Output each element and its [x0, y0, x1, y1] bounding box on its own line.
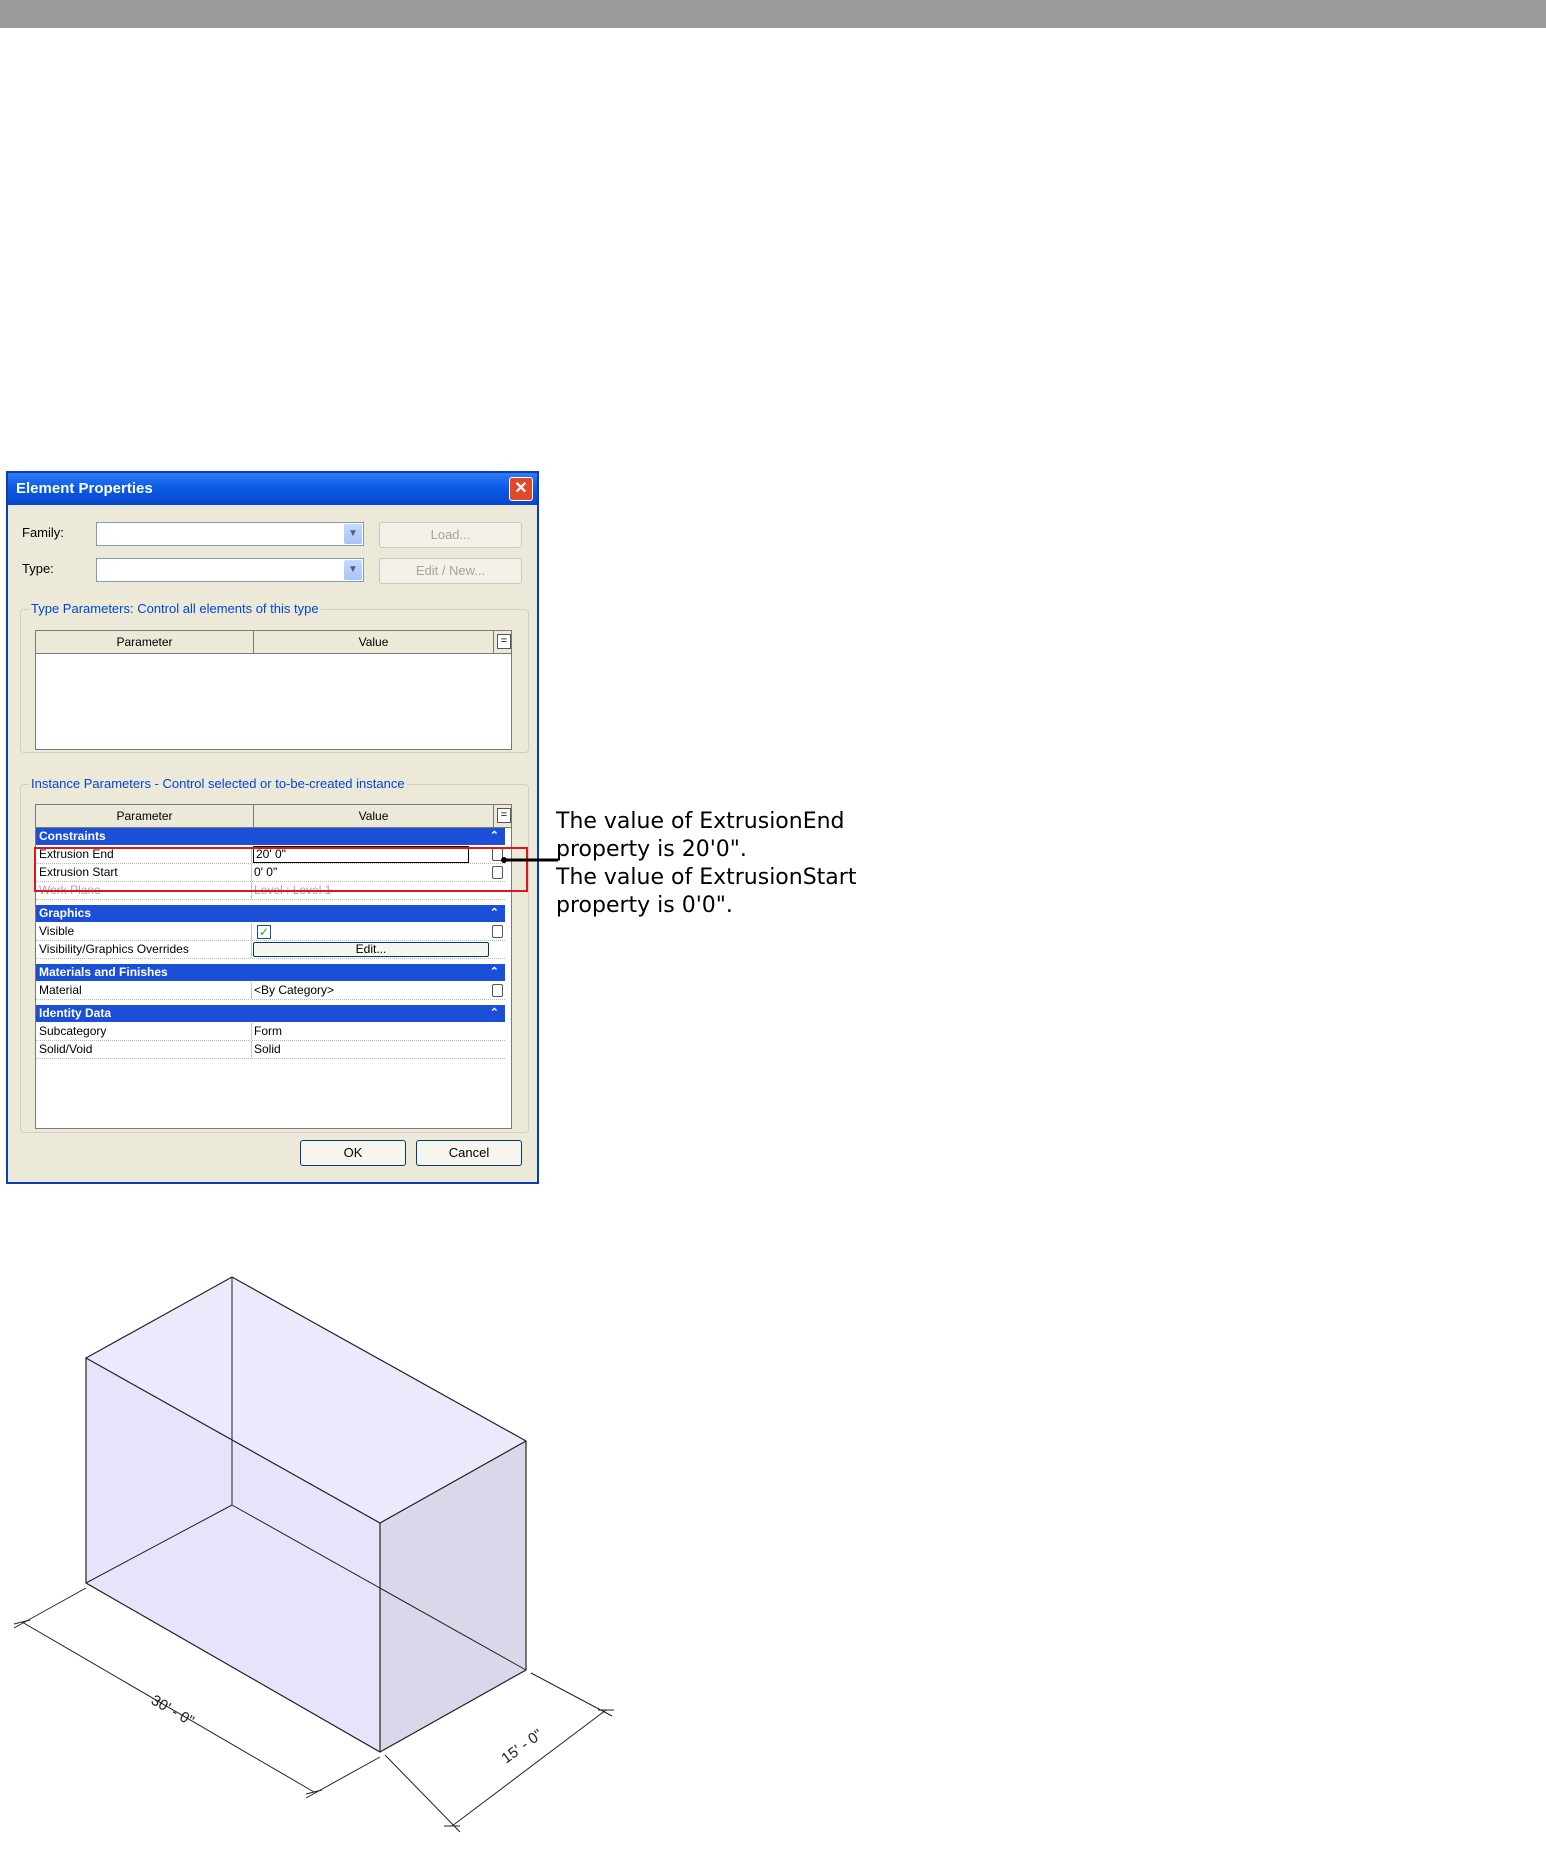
col-value[interactable]: Value [254, 631, 494, 653]
element-properties-dialog: Element Properties ✕ Family: ▼ Load... T… [6, 471, 539, 1184]
row-subcategory[interactable]: Subcategory Form [36, 1023, 505, 1041]
section-label: Constraints [39, 829, 106, 843]
solid-void-value[interactable]: Solid [254, 1041, 484, 1058]
dim-length-ext-right [305, 1756, 381, 1799]
visible-checkbox[interactable]: ✓ [257, 925, 271, 939]
col-value[interactable]: Value [254, 805, 494, 827]
chevron-down-icon[interactable]: ▼ [344, 560, 362, 580]
param-name: Material [39, 983, 82, 997]
column-divider [251, 982, 252, 999]
type-dropdown[interactable]: ▼ [96, 558, 364, 582]
dim-width-line [451, 1709, 607, 1827]
subcategory-value[interactable]: Form [254, 1023, 484, 1040]
chevron-down-icon[interactable]: ▼ [344, 524, 362, 544]
close-icon[interactable]: ✕ [509, 477, 533, 501]
col-parameter[interactable]: Parameter [36, 631, 254, 653]
dim-length-label: 30' - 0" [148, 1692, 197, 1730]
section-label: Materials and Finishes [39, 965, 168, 979]
type-parameters-group: Type Parameters: Control all elements of… [20, 601, 529, 753]
cancel-button[interactable]: Cancel [416, 1140, 522, 1166]
column-divider [251, 1041, 252, 1058]
section-materials[interactable]: Materials and Finishes ⌃ [36, 964, 505, 981]
associate-parameter-icon[interactable] [492, 984, 503, 997]
row-visibility-overrides[interactable]: Visibility/Graphics Overrides Edit... [36, 941, 505, 959]
equals-icon[interactable]: = [497, 634, 511, 649]
associate-parameter-icon[interactable] [492, 925, 503, 938]
collapse-icon[interactable]: ⌃ [490, 828, 499, 845]
edit-overrides-button[interactable]: Edit... [253, 942, 489, 957]
section-identity-data[interactable]: Identity Data ⌃ [36, 1005, 505, 1022]
family-dropdown[interactable]: ▼ [96, 522, 364, 546]
column-divider [251, 923, 252, 940]
section-graphics[interactable]: Graphics ⌃ [36, 905, 505, 922]
collapse-icon[interactable]: ⌃ [490, 905, 499, 922]
annotation-line-3: The value of ExtrusionStart [556, 865, 857, 890]
collapse-icon[interactable]: ⌃ [490, 1005, 499, 1022]
dim-length-ext-left [13, 1587, 87, 1629]
equals-icon[interactable]: = [497, 808, 511, 823]
extrusion-3d-view[interactable]: 30' - 0" 15' - 0" [0, 1250, 640, 1850]
row-visible[interactable]: Visible ✓ [36, 923, 505, 941]
grid-header: Parameter Value = [36, 805, 511, 828]
annotation-line-4: property is 0'0". [556, 893, 733, 918]
grid-header: Parameter Value = [36, 631, 511, 654]
col-parameter[interactable]: Parameter [36, 805, 254, 827]
callout-annotation: The value of ExtrusionEnd property is 20… [556, 808, 916, 920]
dim-width-ext-left [384, 1754, 461, 1833]
dialog-title: Element Properties [16, 480, 153, 497]
highlight-box [34, 847, 528, 892]
row-material[interactable]: Material <By Category> [36, 982, 505, 1000]
param-name: Visibility/Graphics Overrides [39, 942, 189, 956]
type-parameters-title: Type Parameters: Control all elements of… [29, 601, 321, 616]
annotation-line-2: property is 20'0". [556, 837, 747, 862]
type-label: Type: [22, 561, 54, 576]
param-name: Solid/Void [39, 1042, 93, 1056]
collapse-icon[interactable]: ⌃ [490, 964, 499, 981]
edit-new-button[interactable]: Edit / New... [379, 558, 522, 584]
annotation-line-1: The value of ExtrusionEnd [556, 809, 845, 834]
type-parameters-grid[interactable]: Parameter Value = [35, 630, 512, 750]
section-label: Identity Data [39, 1006, 112, 1020]
row-solid-void[interactable]: Solid/Void Solid [36, 1041, 505, 1059]
column-divider [251, 1023, 252, 1040]
ok-button[interactable]: OK [300, 1140, 406, 1166]
section-constraints[interactable]: Constraints ⌃ [36, 828, 505, 845]
instance-parameters-title: Instance Parameters - Control selected o… [29, 776, 407, 791]
param-name: Visible [39, 924, 75, 938]
column-divider [251, 941, 252, 958]
instance-parameters-group: Instance Parameters - Control selected o… [20, 776, 529, 1133]
family-label: Family: [22, 525, 64, 540]
top-bar [0, 0, 1546, 28]
dialog-titlebar[interactable]: Element Properties [8, 473, 537, 505]
param-name: Subcategory [39, 1024, 107, 1038]
callout-connector [501, 857, 558, 863]
load-button[interactable]: Load... [379, 522, 522, 548]
material-value[interactable]: <By Category> [254, 982, 484, 999]
section-label: Graphics [39, 906, 92, 920]
